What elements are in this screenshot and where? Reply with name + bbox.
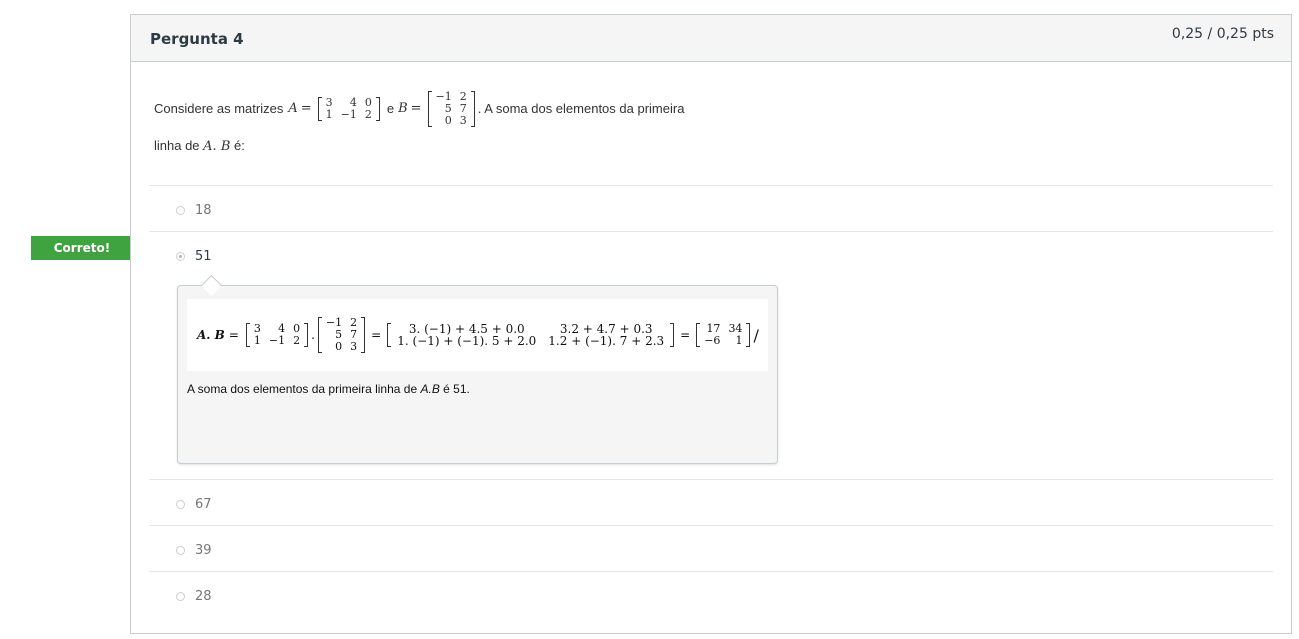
matrix-cell: −1 xyxy=(268,334,286,347)
answer-divider xyxy=(149,185,1273,186)
matrix-cell: 2 xyxy=(293,334,301,347)
formula-equals: = xyxy=(680,328,691,342)
question-title: Pergunta 4 xyxy=(150,30,244,48)
comment-text-var: A.B xyxy=(420,382,440,396)
radio-button-selected[interactable] xyxy=(176,252,185,261)
answer-divider xyxy=(149,525,1273,526)
answer-divider xyxy=(149,479,1273,480)
matrix-cell: 0 xyxy=(335,340,343,353)
question-line2-suffix: é: xyxy=(234,138,245,153)
answer-label: 51 xyxy=(195,249,212,264)
formula-product-matrix: 3. (−1) + 4.5 + 0.0 3.2 + 4.7 + 0.3 1. (−… xyxy=(387,323,675,348)
answer-label: 28 xyxy=(195,589,212,604)
question-line2-prefix: linha de xyxy=(154,138,200,153)
equals-sign-a: = xyxy=(300,101,312,116)
answer-option-39[interactable]: 39 xyxy=(176,543,212,558)
answer-label: 39 xyxy=(195,543,212,558)
matrix-b-cell: 3 xyxy=(459,114,467,127)
answer-comment: A. B = 340 1 −1 2 . −1 2 57 03 = 3. (−1)… xyxy=(177,285,778,464)
formula-lhs: A. B xyxy=(197,328,225,342)
result-cell: 1 xyxy=(735,334,743,347)
matrix-cell: 1 xyxy=(253,334,261,347)
solution-formula: A. B = 340 1 −1 2 . −1 2 57 03 = 3. (−1)… xyxy=(187,299,768,371)
matrix-b: −1 2 57 03 xyxy=(427,90,475,127)
answer-divider xyxy=(149,571,1273,572)
answer-option-18[interactable]: 18 xyxy=(176,203,212,218)
matrix-b-cell: −1 xyxy=(435,90,452,103)
answer-divider xyxy=(149,231,1273,232)
formula-equals: = xyxy=(371,328,382,342)
product-cell: 1. (−1) + (−1). 5 + 2.0 xyxy=(397,334,537,348)
matrix-a-cell: 1 xyxy=(325,108,333,121)
correct-flag-label: Correto! xyxy=(53,241,111,255)
answer-option-67[interactable]: 67 xyxy=(176,497,212,512)
question-card: Pergunta 4 0,25 / 0,25 pts Considere as … xyxy=(130,14,1292,634)
formula-matrix-a: 340 1 −1 2 xyxy=(245,323,309,347)
answer-option-51[interactable]: 51 xyxy=(176,249,212,264)
comment-text: A soma dos elementos da primeira linha d… xyxy=(187,382,470,396)
radio-button[interactable] xyxy=(176,546,185,555)
matrix-a: 340 1 −1 2 xyxy=(317,97,380,121)
answer-option-28[interactable]: 28 xyxy=(176,589,212,604)
radio-button[interactable] xyxy=(176,500,185,509)
question-points: 0,25 / 0,25 pts xyxy=(1171,26,1274,42)
question-header: Pergunta 4 0,25 / 0,25 pts xyxy=(131,15,1291,62)
radio-button[interactable] xyxy=(176,592,185,601)
correct-answer-flag: Correto! xyxy=(31,236,146,260)
formula-equals: = xyxy=(228,328,239,342)
matrix-cell: 5 xyxy=(335,328,343,341)
product-cell: 1.2 + (−1). 7 + 2.3 xyxy=(548,334,665,348)
comment-text-prefix: A soma dos elementos da primeira linha d… xyxy=(187,382,418,396)
answer-label: 18 xyxy=(195,203,212,218)
matrix-b-cell: 0 xyxy=(444,114,452,127)
matrix-a-cell: 2 xyxy=(364,108,372,121)
conjunction: e xyxy=(386,101,395,116)
question-text-part2: . A soma dos elementos da primeira xyxy=(477,101,685,116)
var-b: B xyxy=(398,101,408,116)
answer-label: 67 xyxy=(195,497,212,512)
question-text-part1: Considere as matrizes xyxy=(154,101,284,116)
formula-trailing: / xyxy=(753,325,759,345)
matrix-cell: −1 xyxy=(325,316,343,329)
comment-text-suffix: é 51. xyxy=(443,382,470,396)
matrix-a-cell: −1 xyxy=(340,108,357,121)
formula-matrix-b: −1 2 57 03 xyxy=(317,316,366,353)
matrix-b-cell: 5 xyxy=(444,102,452,115)
radio-button[interactable] xyxy=(176,206,185,215)
var-a: A xyxy=(288,101,298,116)
question-line2-var: A. B xyxy=(203,139,231,154)
result-cell: −6 xyxy=(704,334,721,347)
matrix-cell: 3 xyxy=(350,340,358,353)
equals-sign-b: = xyxy=(410,101,422,116)
formula-result-matrix: 17 34 −6 1 xyxy=(696,323,751,347)
